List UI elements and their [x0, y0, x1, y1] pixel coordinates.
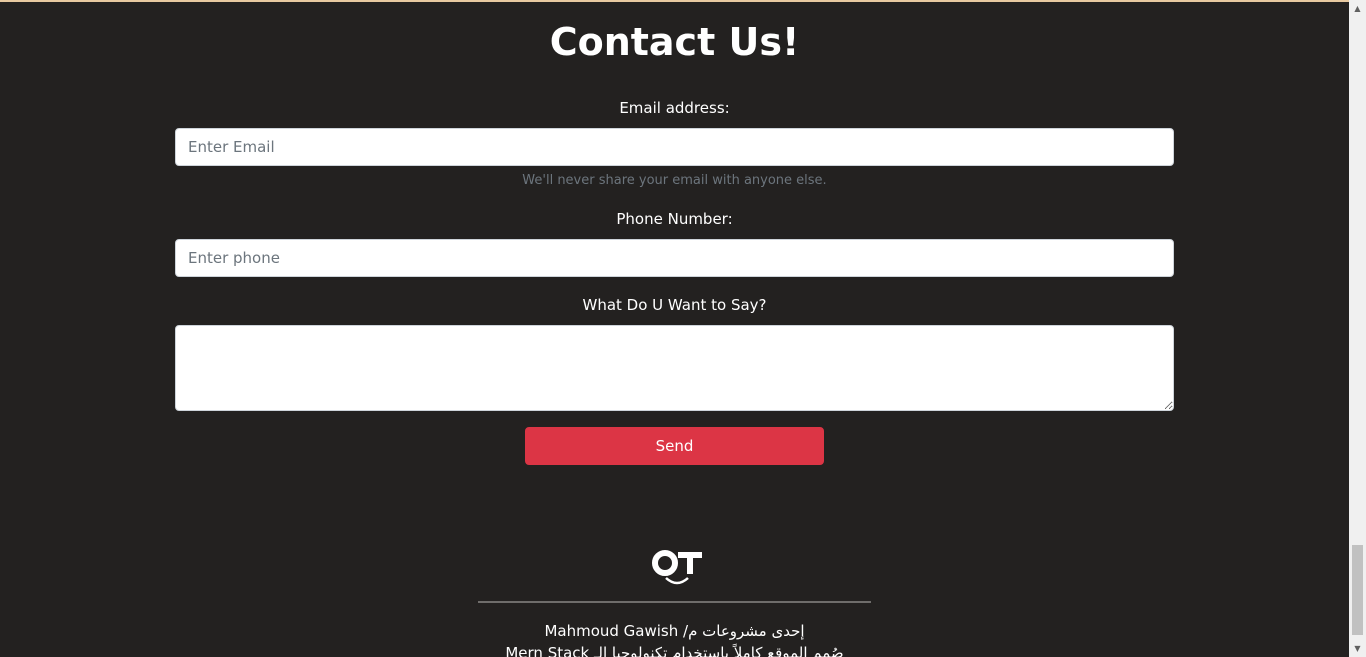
scroll-thumb[interactable]: [1352, 545, 1363, 635]
message-textarea[interactable]: [175, 325, 1174, 411]
footer-divider: [478, 601, 871, 603]
scroll-up-arrow-icon[interactable]: ▲: [1349, 0, 1366, 17]
email-input[interactable]: [175, 128, 1174, 166]
phone-label: Phone Number:: [616, 210, 733, 228]
message-label: What Do U Want to Say?: [582, 296, 767, 314]
email-help-text: We'll never share your email with anyone…: [522, 173, 827, 188]
top-accent-line: [0, 0, 1349, 2]
send-button[interactable]: Send: [525, 427, 824, 465]
ot-smile-logo-icon: [652, 550, 702, 585]
footer-tech-note: صُمم الموقع كاملاً باستخدام تكنولوجيا ال…: [505, 644, 844, 657]
email-label: Email address:: [619, 99, 730, 117]
page-title: Contact Us!: [549, 20, 800, 64]
phone-input[interactable]: [175, 239, 1174, 277]
scroll-down-arrow-icon[interactable]: ▼: [1349, 640, 1366, 657]
footer-credit: إحدى مشروعات م/ Mahmoud Gawish: [544, 622, 805, 640]
vertical-scrollbar[interactable]: ▲ ▼: [1349, 0, 1366, 657]
contact-page: Contact Us! Email address: We'll never s…: [0, 0, 1349, 657]
